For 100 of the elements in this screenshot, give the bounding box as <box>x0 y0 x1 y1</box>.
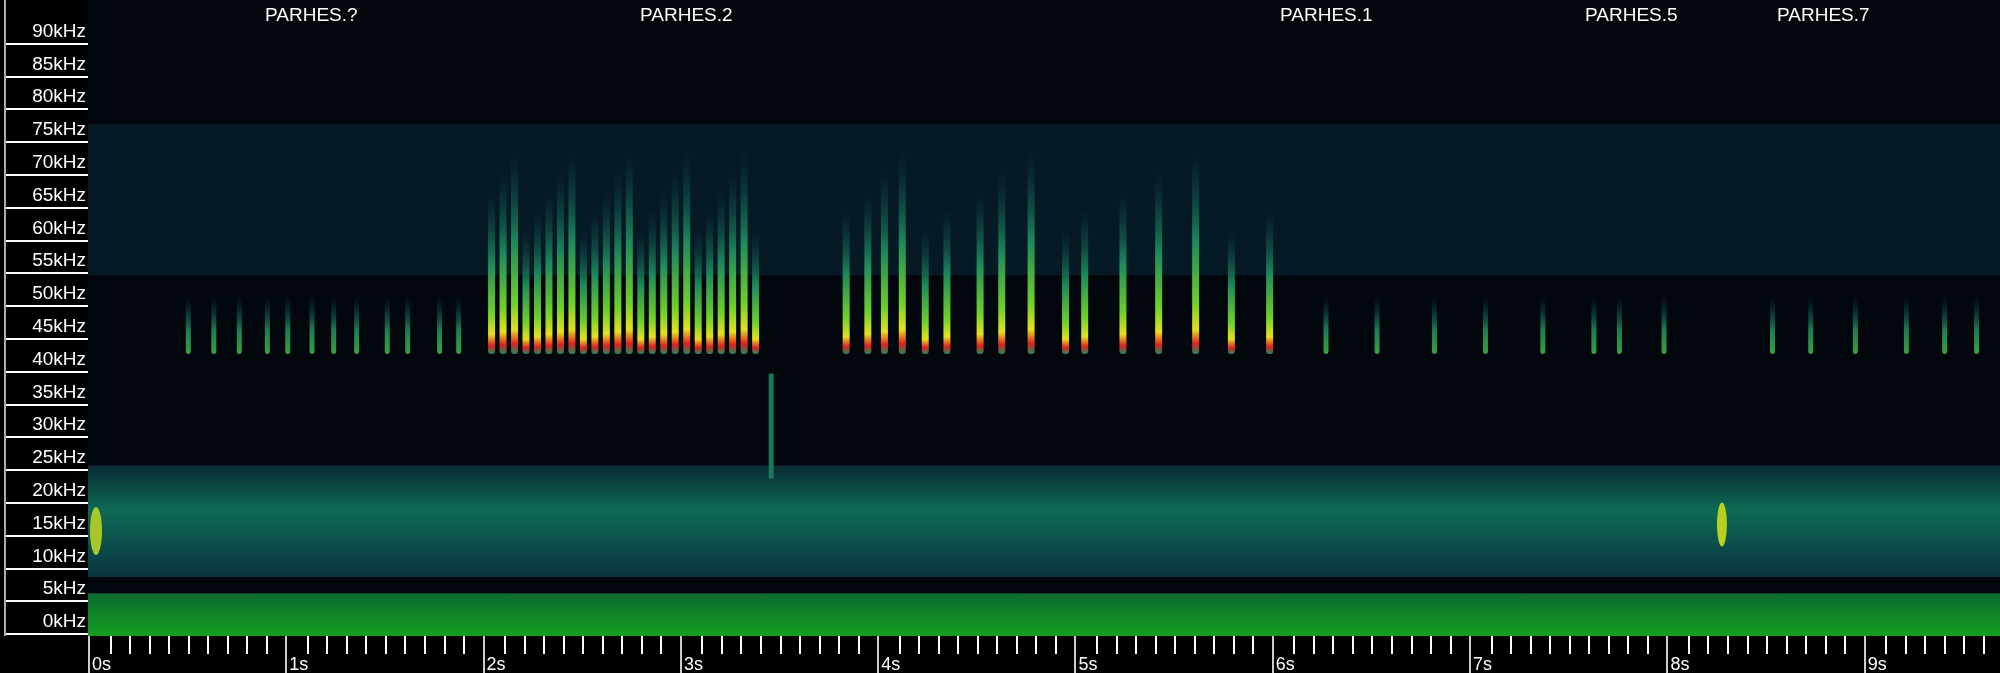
tick-mark <box>1293 636 1296 654</box>
frequency-label: 35kHz <box>32 381 86 401</box>
tick-mark <box>1252 636 1255 654</box>
tick-mark <box>1982 636 1985 654</box>
tick-mark <box>129 636 132 654</box>
tick-mark <box>1746 636 1749 654</box>
tick-mark <box>404 636 407 654</box>
tick-mark <box>1054 636 1057 654</box>
frequency-label: 70kHz <box>32 152 86 171</box>
frequency-label: 45kHz <box>32 315 86 335</box>
frequency-label: 0kHz <box>42 611 86 631</box>
tick-mark <box>1646 636 1649 654</box>
tick-mark <box>1963 636 1966 654</box>
tick-mark <box>1766 636 1769 654</box>
tick-mark <box>1371 636 1374 654</box>
frequency-label: 25kHz <box>32 447 86 467</box>
tick-mark <box>1924 636 1927 654</box>
annotation-label: PARHES.5 <box>1585 5 1678 24</box>
tick-mark <box>1687 636 1690 654</box>
tick-mark <box>937 636 940 654</box>
annotation-label: PARHES.1 <box>1280 5 1373 24</box>
tick-mark <box>740 636 743 654</box>
frequency-label: 10kHz <box>32 545 86 565</box>
tick-mark <box>168 636 171 654</box>
tick-mark <box>1351 636 1354 654</box>
tick-mark <box>523 636 526 654</box>
time-label: 3s <box>682 655 704 673</box>
tick-mark <box>957 636 960 654</box>
tick-mark <box>1115 636 1118 654</box>
frequency-label: 30kHz <box>32 414 86 434</box>
frequency-label: 80kHz <box>32 86 86 106</box>
tick-mark <box>1824 636 1827 654</box>
tick-mark <box>543 636 546 654</box>
frequency-label: 20kHz <box>32 479 86 499</box>
tick-mark <box>148 636 151 654</box>
tick-mark <box>621 636 624 654</box>
tick-mark <box>1904 636 1907 654</box>
tick-mark <box>1193 636 1196 654</box>
tick-mark <box>1726 636 1729 654</box>
time-label: 0s <box>91 655 112 673</box>
tick-mark <box>760 636 762 654</box>
tick-mark <box>1490 636 1493 654</box>
time-label: 2s <box>485 655 507 673</box>
tick-mark <box>779 636 782 654</box>
tick-mark <box>207 636 210 654</box>
tick-mark <box>601 636 604 654</box>
time-label: 7s <box>1472 655 1494 673</box>
time-label: 9s <box>1866 655 1888 673</box>
tick-mark <box>1707 636 1710 654</box>
tick-mark <box>660 636 663 654</box>
frequency-label: 5kHz <box>42 578 86 598</box>
tick-mark <box>818 636 821 654</box>
time-label: 6s <box>1274 655 1296 673</box>
tick-mark <box>1785 636 1788 654</box>
tick-mark <box>463 636 466 654</box>
tick-mark <box>384 636 387 654</box>
tick-mark <box>1510 636 1513 654</box>
tick-mark <box>799 636 802 654</box>
tick-mark <box>720 636 723 654</box>
annotation-label: PARHES.7 <box>1777 5 1870 24</box>
tick-mark <box>1430 636 1433 654</box>
frequency-label: 55kHz <box>32 250 86 270</box>
annotation-label: PARHES.? <box>265 5 358 24</box>
tick-mark <box>562 636 565 654</box>
tick-mark <box>1332 636 1335 654</box>
frequency-label: 75kHz <box>32 119 86 139</box>
tick-mark <box>898 636 901 654</box>
tick-mark <box>996 636 999 654</box>
tick-mark <box>857 636 860 654</box>
tick-mark <box>1449 636 1452 654</box>
tick-mark <box>1588 636 1591 654</box>
tick-mark <box>582 636 585 654</box>
tick-mark <box>1154 636 1157 654</box>
tick-mark <box>1627 636 1630 654</box>
tick-mark <box>424 636 426 654</box>
tick-mark <box>1549 636 1552 654</box>
tick-mark <box>443 636 446 654</box>
frequency-label: 60kHz <box>32 217 86 237</box>
frequency-label: 65kHz <box>32 184 86 204</box>
tick-mark <box>1805 636 1808 654</box>
frequency-label: 90kHz <box>32 20 86 40</box>
frequency-label: 40kHz <box>32 348 86 368</box>
tick-mark <box>1943 636 1946 654</box>
tick-mark <box>1213 636 1216 654</box>
frequency-label: 50kHz <box>32 283 86 303</box>
tick-mark <box>226 636 229 654</box>
tick-mark <box>265 636 268 654</box>
tick-mark <box>1232 636 1235 654</box>
tick-mark <box>306 636 309 654</box>
tick-mark <box>246 636 249 654</box>
tick-mark <box>326 636 329 654</box>
tick-mark <box>701 636 704 654</box>
tick-mark <box>1390 636 1393 654</box>
frequency-label: 15kHz <box>32 512 86 532</box>
tick-mark <box>504 636 507 654</box>
time-label: 5s <box>1077 655 1099 673</box>
tick-mark <box>640 636 643 654</box>
tick-mark <box>1015 636 1018 654</box>
time-label: 4s <box>880 655 902 673</box>
tick-mark <box>838 636 841 654</box>
